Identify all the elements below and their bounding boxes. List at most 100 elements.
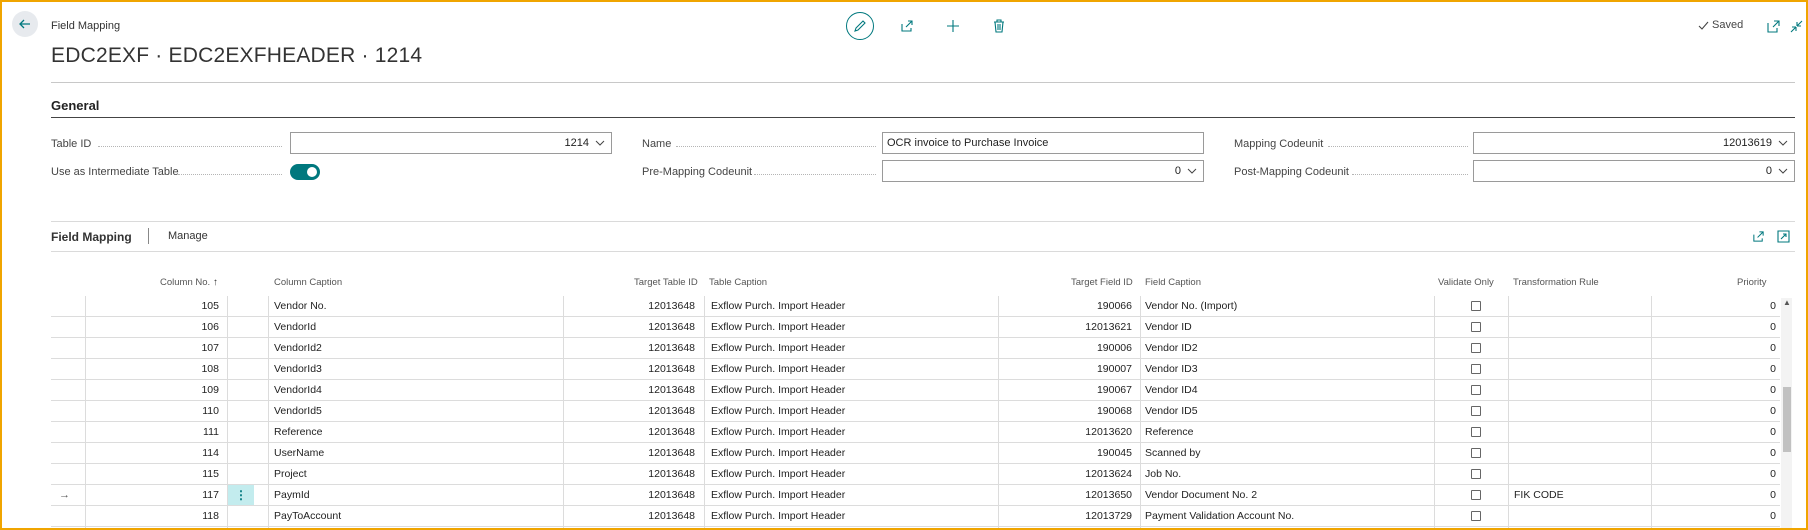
table-row[interactable]: 109 VendorId4 12013648 Exflow Purch. Import… bbox=[51, 380, 1780, 401]
field-caption-cell[interactable]: Vendor No. (Import) bbox=[1145, 296, 1430, 316]
column-caption-cell[interactable]: PayToAccount bbox=[274, 506, 559, 526]
table-row[interactable]: 107 VendorId2 12013648 Exflow Purch. Import… bbox=[51, 338, 1780, 359]
table-row[interactable]: → ⋮ 117 PaymId 12013648 Exflow Purch. Import … bbox=[51, 485, 1780, 506]
target-table-id-cell[interactable]: 12013648 bbox=[571, 506, 695, 526]
column-header-validate-only[interactable]: Validate Only bbox=[1438, 277, 1494, 288]
field-caption-cell[interactable]: Vendor ID5 bbox=[1145, 401, 1430, 421]
column-header-target-field-id[interactable]: Target Field ID bbox=[1071, 277, 1133, 288]
pre-mapping-codeunit-field[interactable]: 0 bbox=[882, 160, 1204, 182]
target-table-id-cell[interactable]: 12013648 bbox=[571, 317, 695, 337]
table-id-field[interactable]: 1214 bbox=[290, 132, 612, 154]
target-field-id-cell[interactable]: 190007 bbox=[1011, 359, 1132, 379]
column-caption-cell[interactable]: Project bbox=[274, 464, 559, 484]
validate-only-checkbox[interactable] bbox=[1471, 343, 1481, 353]
field-mapping-part-title[interactable]: Field Mapping bbox=[51, 230, 132, 244]
target-table-id-cell[interactable]: 12013648 bbox=[571, 401, 695, 421]
table-caption-cell[interactable]: Exflow Purch. Import Header bbox=[711, 401, 996, 421]
validate-only-checkbox[interactable] bbox=[1471, 385, 1481, 395]
validate-only-checkbox[interactable] bbox=[1471, 511, 1481, 521]
new-button[interactable] bbox=[941, 14, 965, 38]
share-button[interactable] bbox=[895, 14, 919, 38]
field-caption-cell[interactable]: Vendor ID4 bbox=[1145, 380, 1430, 400]
chevron-down-icon[interactable] bbox=[1778, 138, 1788, 148]
name-field[interactable]: OCR invoice to Purchase Invoice bbox=[882, 132, 1204, 154]
table-row[interactable]: 111 Reference 12013648 Exflow Purch. Import… bbox=[51, 422, 1780, 443]
chevron-down-icon[interactable] bbox=[1187, 166, 1197, 176]
target-table-id-cell[interactable]: 12013648 bbox=[571, 464, 695, 484]
column-header-column-no[interactable]: Column No. ↑ bbox=[160, 277, 218, 288]
validate-only-checkbox[interactable] bbox=[1471, 322, 1481, 332]
target-table-id-cell[interactable]: 12013648 bbox=[571, 359, 695, 379]
field-caption-cell[interactable]: Vendor ID bbox=[1145, 317, 1430, 337]
target-table-id-cell[interactable]: 12013648 bbox=[571, 443, 695, 463]
priority-cell[interactable]: 0 bbox=[1661, 338, 1776, 358]
column-caption-cell[interactable]: Reference bbox=[274, 422, 559, 442]
table-row[interactable]: 115 Project 12013648 Exflow Purch. Import H… bbox=[51, 464, 1780, 485]
column-caption-cell[interactable]: Vendor No. bbox=[274, 296, 559, 316]
table-caption-cell[interactable]: Exflow Purch. Import Header bbox=[711, 317, 996, 337]
validate-only-checkbox[interactable] bbox=[1471, 448, 1481, 458]
column-no-cell[interactable]: 111 bbox=[111, 422, 219, 442]
transformation-rule-cell[interactable] bbox=[1514, 443, 1649, 463]
column-no-cell[interactable]: 118 bbox=[111, 506, 219, 526]
mapping-codeunit-field[interactable]: 12013619 bbox=[1473, 132, 1795, 154]
column-header-transformation-rule[interactable]: Transformation Rule bbox=[1513, 277, 1599, 288]
table-row[interactable]: 118 PayToAccount 12013648 Exflow Purch. Imp… bbox=[51, 506, 1780, 527]
part-share-button[interactable] bbox=[1746, 224, 1770, 248]
column-header-priority[interactable]: Priority bbox=[1737, 277, 1767, 288]
column-no-cell[interactable]: 107 bbox=[111, 338, 219, 358]
row-actions-icon[interactable]: ⋮ bbox=[228, 485, 254, 505]
collapse-button[interactable] bbox=[1784, 14, 1808, 38]
column-caption-cell[interactable]: VendorId bbox=[274, 317, 559, 337]
validate-only-checkbox[interactable] bbox=[1471, 301, 1481, 311]
back-button[interactable] bbox=[12, 11, 38, 37]
table-caption-cell[interactable]: Exflow Purch. Import Header bbox=[711, 296, 996, 316]
table-caption-cell[interactable]: Exflow Purch. Import Header bbox=[711, 380, 996, 400]
column-no-cell[interactable]: 117 bbox=[111, 485, 219, 505]
table-caption-cell[interactable]: Exflow Purch. Import Header bbox=[711, 506, 996, 526]
priority-cell[interactable]: 0 bbox=[1661, 317, 1776, 337]
priority-cell[interactable]: 0 bbox=[1661, 359, 1776, 379]
target-field-id-cell[interactable]: 190045 bbox=[1011, 443, 1132, 463]
table-caption-cell[interactable]: Exflow Purch. Import Header bbox=[711, 359, 996, 379]
column-no-cell[interactable]: 106 bbox=[111, 317, 219, 337]
column-caption-cell[interactable]: PaymId bbox=[274, 485, 559, 505]
table-row[interactable]: 108 VendorId3 12013648 Exflow Purch. Import… bbox=[51, 359, 1780, 380]
manage-menu[interactable]: Manage bbox=[168, 230, 208, 242]
target-field-id-cell[interactable]: 190067 bbox=[1011, 380, 1132, 400]
priority-cell[interactable]: 0 bbox=[1661, 401, 1776, 421]
column-caption-cell[interactable]: UserName bbox=[274, 443, 559, 463]
table-caption-cell[interactable]: Exflow Purch. Import Header bbox=[711, 485, 996, 505]
edit-button[interactable] bbox=[846, 12, 874, 40]
target-field-id-cell[interactable]: 12013624 bbox=[1011, 464, 1132, 484]
transformation-rule-cell[interactable] bbox=[1514, 317, 1649, 337]
field-caption-cell[interactable]: Vendor ID3 bbox=[1145, 359, 1430, 379]
column-caption-cell[interactable]: VendorId3 bbox=[274, 359, 559, 379]
transformation-rule-cell[interactable] bbox=[1514, 464, 1649, 484]
table-row[interactable]: 106 VendorId 12013648 Exflow Purch. Import … bbox=[51, 317, 1780, 338]
column-header-table-caption[interactable]: Table Caption bbox=[709, 277, 767, 288]
target-table-id-cell[interactable]: 12013648 bbox=[571, 422, 695, 442]
column-no-cell[interactable]: 105 bbox=[111, 296, 219, 316]
target-field-id-cell[interactable]: 12013650 bbox=[1011, 485, 1132, 505]
column-no-cell[interactable]: 108 bbox=[111, 359, 219, 379]
target-table-id-cell[interactable]: 12013648 bbox=[571, 485, 695, 505]
target-field-id-cell[interactable]: 190066 bbox=[1011, 296, 1132, 316]
scroll-up-icon[interactable]: ▲ bbox=[1783, 298, 1791, 307]
field-caption-cell[interactable]: Vendor Document No. 2 bbox=[1145, 485, 1430, 505]
field-caption-cell[interactable]: Reference bbox=[1145, 422, 1430, 442]
chevron-down-icon[interactable] bbox=[595, 138, 605, 148]
target-table-id-cell[interactable]: 12013648 bbox=[571, 380, 695, 400]
open-new-window-button[interactable] bbox=[1761, 14, 1785, 38]
validate-only-checkbox[interactable] bbox=[1471, 406, 1481, 416]
column-no-cell[interactable]: 109 bbox=[111, 380, 219, 400]
priority-cell[interactable]: 0 bbox=[1661, 506, 1776, 526]
target-field-id-cell[interactable]: 190006 bbox=[1011, 338, 1132, 358]
column-no-cell[interactable]: 115 bbox=[111, 464, 219, 484]
transformation-rule-cell[interactable] bbox=[1514, 338, 1649, 358]
transformation-rule-cell[interactable] bbox=[1514, 380, 1649, 400]
post-mapping-codeunit-field[interactable]: 0 bbox=[1473, 160, 1795, 182]
table-caption-cell[interactable]: Exflow Purch. Import Header bbox=[711, 338, 996, 358]
validate-only-checkbox[interactable] bbox=[1471, 469, 1481, 479]
transformation-rule-cell[interactable] bbox=[1514, 422, 1649, 442]
